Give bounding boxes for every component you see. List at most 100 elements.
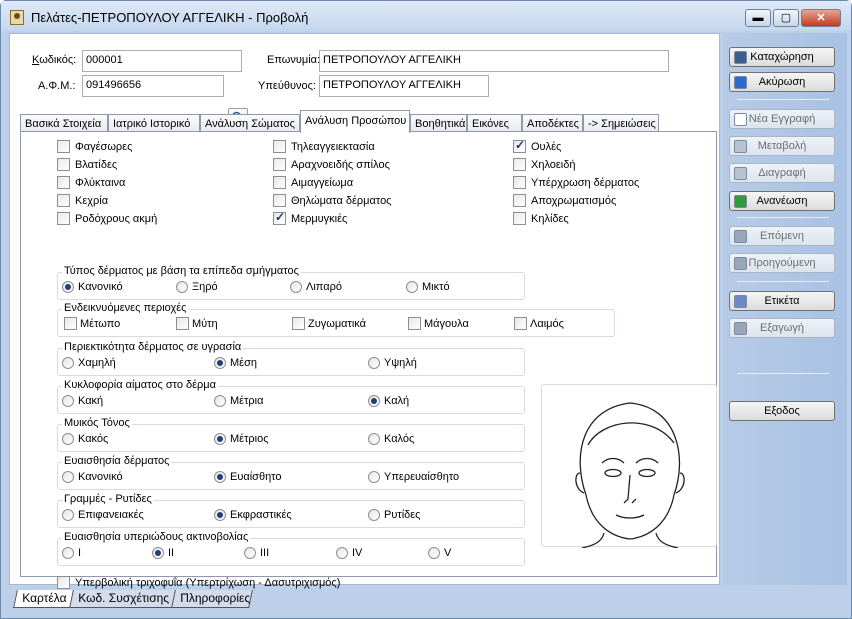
sidebar-arrow-right-button[interactable]: Επόμενη bbox=[729, 226, 835, 246]
radio-button[interactable] bbox=[152, 547, 164, 559]
sidebar-refresh-button[interactable]: Ανανέωση bbox=[729, 191, 835, 211]
area-checkbox[interactable] bbox=[514, 317, 527, 330]
group-box: Τύπος δέρματος με βάση τα επίπεδα σμήγμα… bbox=[57, 265, 525, 300]
close-button[interactable]: ✕ bbox=[801, 9, 841, 27]
check-box[interactable] bbox=[513, 176, 526, 189]
sidebar-button-label: Ακύρωση bbox=[758, 76, 806, 88]
sidebar-delete-button[interactable]: Διαγραφή bbox=[729, 163, 835, 183]
radio-button[interactable] bbox=[244, 547, 256, 559]
check-box[interactable] bbox=[57, 140, 70, 153]
radio-button[interactable] bbox=[290, 281, 302, 293]
sidebar-arrow-left-button[interactable]: Προηγούμενη bbox=[729, 253, 835, 273]
radio-button[interactable] bbox=[62, 509, 74, 521]
radio-label: Εκφραστικές bbox=[230, 509, 292, 521]
responsible-field[interactable]: ΠΕΤΡΟΠΟΥΛΟΥ ΑΓΓΕΛΙΚΗ bbox=[319, 75, 489, 97]
radio-button[interactable] bbox=[214, 509, 226, 521]
sidebar-edit-button[interactable]: Μεταβολή bbox=[729, 136, 835, 156]
radio-label: IV bbox=[352, 547, 363, 559]
area-label: Ζυγωματικά bbox=[308, 318, 367, 330]
radio-button[interactable] bbox=[62, 357, 74, 369]
bottom-tab-1[interactable]: Κωδ. Συσχέτισης bbox=[69, 590, 177, 608]
check-box[interactable] bbox=[513, 158, 526, 171]
radio-label: Καλός bbox=[384, 433, 415, 445]
area-checkbox[interactable] bbox=[292, 317, 305, 330]
radio-label: Επιφανειακές bbox=[78, 509, 144, 521]
sidebar-button-label: Επόμενη bbox=[760, 230, 804, 242]
tab-2[interactable]: Ανάλυση Σώματος bbox=[200, 114, 300, 132]
check-box[interactable] bbox=[513, 194, 526, 207]
sidebar-button-label: Μεταβολή bbox=[757, 140, 807, 152]
group-box: Κυκλοφορία αίματος στο δέρμα Κακή Μέτρια Κα… bbox=[57, 379, 525, 414]
maximize-button[interactable]: ▢ bbox=[773, 9, 799, 27]
group-box: Ενδεικνυόμενες περιοχές Μέτωπο Μύτη Ζυγωματ… bbox=[57, 302, 615, 337]
radio-button[interactable] bbox=[368, 433, 380, 445]
check-box[interactable] bbox=[273, 194, 286, 207]
area-checkbox[interactable] bbox=[64, 317, 77, 330]
arrow-right-icon bbox=[734, 230, 747, 243]
sidebar-new-doc-button[interactable]: Νέα Εγγραφή bbox=[729, 109, 835, 129]
radio-label: Κακή bbox=[78, 395, 104, 407]
hair-checkbox[interactable] bbox=[57, 576, 70, 589]
bottom-tab-0[interactable]: Καρτέλα bbox=[13, 590, 75, 608]
sidebar-tag-button[interactable]: Ετικέτα bbox=[729, 291, 835, 311]
radio-button[interactable] bbox=[176, 281, 188, 293]
radio-button[interactable] bbox=[214, 471, 226, 483]
check-box[interactable] bbox=[273, 158, 286, 171]
radio-button[interactable] bbox=[62, 471, 74, 483]
name-field[interactable]: ΠΕΤΡΟΠΟΥΛΟΥ ΑΓΓΕΛΙΚΗ bbox=[319, 50, 669, 72]
check-box[interactable] bbox=[513, 212, 526, 225]
check-label: Ροδόχρους ακμή bbox=[75, 213, 158, 225]
minimize-button[interactable]: ▬ bbox=[745, 9, 771, 27]
radio-button[interactable] bbox=[62, 281, 74, 293]
check-box[interactable] bbox=[273, 140, 286, 153]
radio-button[interactable] bbox=[368, 471, 380, 483]
tab-0[interactable]: Βασικά Στοιχεία bbox=[20, 114, 108, 132]
check-box[interactable] bbox=[57, 194, 70, 207]
radio-label: Μέση bbox=[230, 357, 257, 369]
group-title: Τύπος δέρματος με βάση τα επίπεδα σμήγμα… bbox=[62, 265, 301, 277]
sidebar-save-button[interactable]: Καταχώρηση bbox=[729, 47, 835, 67]
radio-button[interactable] bbox=[62, 547, 74, 559]
check-box[interactable] bbox=[57, 176, 70, 189]
radio-button[interactable] bbox=[368, 357, 380, 369]
radio-button[interactable] bbox=[428, 547, 440, 559]
area-label: Λαιμός bbox=[530, 318, 564, 330]
radio-button[interactable] bbox=[214, 395, 226, 407]
check-box[interactable] bbox=[57, 158, 70, 171]
radio-button[interactable] bbox=[214, 357, 226, 369]
radio-button[interactable] bbox=[62, 433, 74, 445]
tab-5[interactable]: Εικόνες bbox=[467, 114, 522, 132]
radio-button[interactable] bbox=[214, 433, 226, 445]
tab-4[interactable]: Βοηθητικά bbox=[410, 114, 467, 132]
radio-button[interactable] bbox=[336, 547, 348, 559]
code-field[interactable]: 000001 bbox=[82, 50, 242, 72]
check-label: Κεχρία bbox=[75, 195, 109, 207]
area-checkbox[interactable] bbox=[176, 317, 189, 330]
face-drawing-icon bbox=[575, 402, 685, 549]
radio-button[interactable] bbox=[368, 395, 380, 407]
radio-button[interactable] bbox=[406, 281, 418, 293]
edit-icon bbox=[734, 140, 747, 153]
check-box[interactable] bbox=[273, 210, 286, 225]
tag-icon bbox=[734, 295, 747, 308]
tab-6[interactable]: Αποδέκτες bbox=[522, 114, 583, 132]
sidebar-button-label: Καταχώρηση bbox=[750, 51, 814, 63]
afm-field[interactable]: 091496656 bbox=[82, 75, 224, 97]
tab-3[interactable]: Ανάλυση Προσώπου bbox=[300, 110, 410, 133]
face-analysis-panel: Φαγέσωρες Βλατίδες Φλύκταινα Κεχρία Ροδόχρου… bbox=[20, 131, 717, 589]
tab-7[interactable]: -> Σημειώσεις bbox=[583, 114, 659, 132]
tab-1[interactable]: Ιατρικό Ιστορικό bbox=[108, 114, 200, 132]
radio-button[interactable] bbox=[368, 509, 380, 521]
code-label-text: ωδικός: bbox=[39, 54, 77, 66]
sidebar-export-button[interactable]: Εξαγωγή bbox=[729, 318, 835, 338]
check-box[interactable] bbox=[57, 212, 70, 225]
exit-button[interactable]: Εξοδος bbox=[729, 401, 835, 421]
radio-button[interactable] bbox=[62, 395, 74, 407]
group-title: Μυικός Τόνος bbox=[62, 417, 132, 429]
area-checkbox[interactable] bbox=[408, 317, 421, 330]
bottom-tab-2[interactable]: Πληροφορίες bbox=[171, 590, 253, 608]
check-box[interactable] bbox=[513, 138, 526, 153]
check-box[interactable] bbox=[273, 176, 286, 189]
form-area: Κωδικός: 000001 Α.Φ.Μ.: 091496656 Επωνυμ… bbox=[9, 33, 720, 589]
sidebar-undo-button[interactable]: Ακύρωση bbox=[729, 72, 835, 92]
